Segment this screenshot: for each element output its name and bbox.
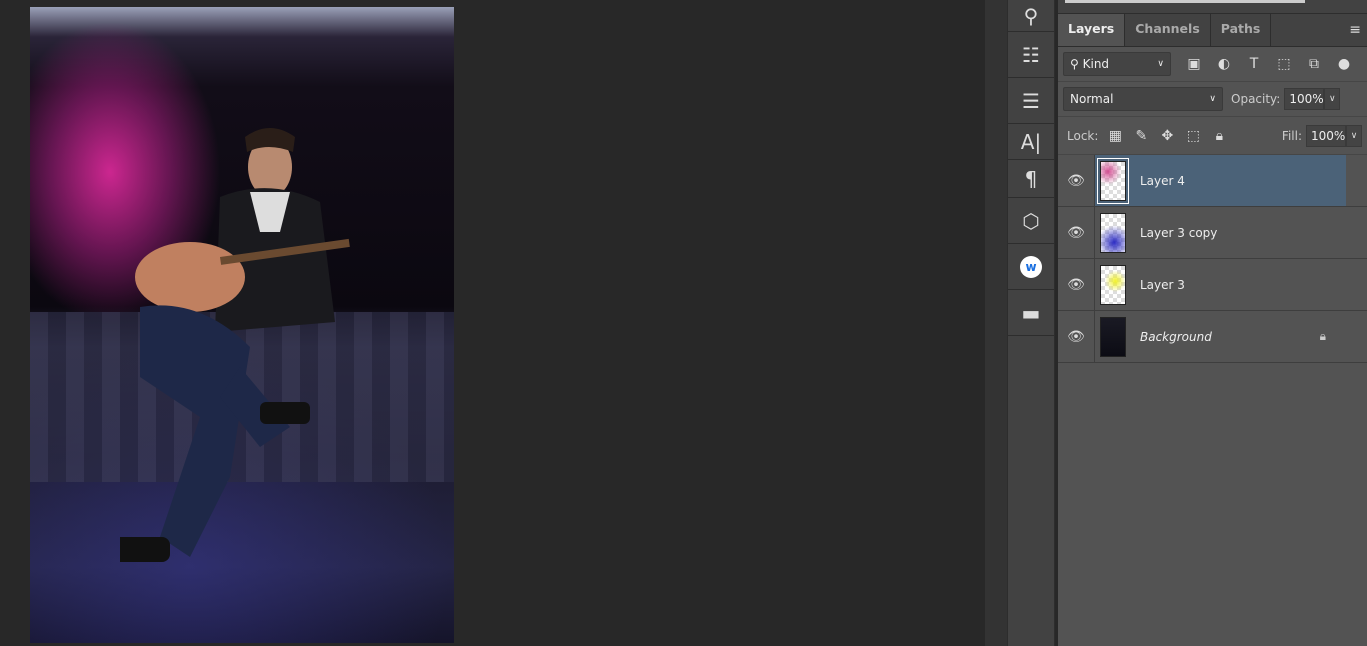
layer-thumbnail: [1097, 157, 1129, 204]
3d-icon[interactable]: ⬡: [1008, 198, 1054, 244]
layer-name: Layer 4: [1140, 173, 1185, 188]
visibility-eye-icon[interactable]: 👁︎: [1058, 207, 1095, 258]
fill-label: Fill:: [1281, 128, 1302, 143]
filter-adjustment-icon[interactable]: ◐: [1209, 56, 1239, 72]
layer-thumbnail: [1100, 212, 1126, 253]
layer-name: Layer 3 copy: [1140, 225, 1218, 240]
visibility-eye-icon[interactable]: 👁︎: [1058, 155, 1095, 206]
opacity-input[interactable]: 100%: [1284, 88, 1325, 110]
tab-layers[interactable]: Layers: [1058, 14, 1126, 46]
lock-transparent-icon[interactable]: ▦: [1102, 128, 1128, 144]
tab-paths[interactable]: Paths: [1211, 14, 1272, 46]
filter-toggle-icon[interactable]: ●: [1329, 56, 1359, 72]
tab-channels[interactable]: Channels: [1125, 14, 1211, 46]
layer-thumbnail: [1100, 316, 1126, 357]
filter-kind-value: Kind: [1082, 57, 1110, 71]
navigator-strip: [1058, 0, 1367, 14]
fill-input[interactable]: 100%: [1306, 124, 1346, 147]
lock-image-icon[interactable]: ✎: [1128, 128, 1154, 144]
lock-icon: 🔒︎: [1319, 329, 1326, 343]
filter-smart-object-icon[interactable]: ⧉: [1299, 56, 1329, 72]
vertical-scrollbar[interactable]: [985, 0, 1007, 646]
opacity-dropdown[interactable]: ∨: [1324, 88, 1341, 110]
lock-all-icon[interactable]: 🔒︎: [1206, 128, 1232, 144]
visibility-eye-icon[interactable]: 👁︎: [1058, 259, 1095, 310]
lock-label: Lock:: [1067, 128, 1099, 143]
layers-panel: Layers Channels Paths ≡ ⚲ Kind ∨ ▣ ◐ T ⬚ …: [1058, 0, 1367, 646]
panel-menu-icon[interactable]: ≡: [1349, 22, 1361, 38]
layer-row[interactable]: 👁︎ Background 🔒︎: [1058, 311, 1367, 363]
photo-image: [30, 7, 454, 643]
layer-row[interactable]: 👁︎ Layer 3: [1058, 259, 1367, 311]
lock-artboard-icon[interactable]: ⬚: [1180, 128, 1206, 144]
clone-source-icon[interactable]: ☷: [1008, 32, 1054, 78]
blend-mode-value: Normal: [1070, 92, 1114, 106]
layer-row[interactable]: 👁︎ Layer 3 copy: [1058, 207, 1367, 259]
layer-thumbnail: [1100, 264, 1126, 305]
lock-position-icon[interactable]: ✥: [1154, 128, 1180, 144]
panel-icon-dock: ⚲ ☷ ☰ A| ¶ ⬡ w ▬: [1007, 0, 1055, 646]
opacity-label: Opacity:: [1231, 92, 1281, 106]
search-icon: ⚲: [1070, 57, 1083, 71]
brush-settings-icon[interactable]: ⚲: [1008, 0, 1054, 32]
guitarist-figure: [120, 128, 350, 562]
fill-dropdown[interactable]: ∨: [1346, 124, 1362, 147]
layer-name: Layer 3: [1140, 277, 1185, 292]
layer-name: Background: [1140, 329, 1212, 344]
adjustments-icon[interactable]: ☰: [1008, 78, 1054, 124]
character-icon[interactable]: A|: [1008, 124, 1054, 160]
filter-pixel-icon[interactable]: ▣: [1179, 56, 1209, 72]
blend-mode-select[interactable]: Normal ∨: [1063, 87, 1223, 111]
plugin-w-icon[interactable]: w: [1008, 244, 1054, 290]
layer-row[interactable]: 👁︎ Layer 4: [1058, 155, 1367, 207]
filter-kind-select[interactable]: ⚲ Kind ∨: [1063, 52, 1171, 76]
document-canvas[interactable]: [0, 0, 985, 646]
paragraph-icon[interactable]: ¶: [1008, 160, 1054, 198]
filter-type-icon[interactable]: T: [1239, 56, 1269, 72]
filter-shape-icon[interactable]: ⬚: [1269, 56, 1299, 72]
plugins-icon[interactable]: ▬: [1008, 290, 1054, 336]
visibility-eye-icon[interactable]: 👁︎: [1058, 311, 1095, 362]
